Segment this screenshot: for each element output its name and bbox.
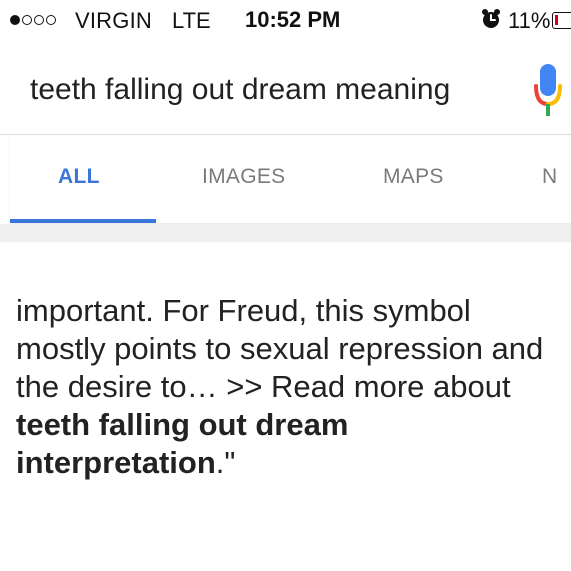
signal-strength-icon	[10, 14, 56, 26]
tab-maps[interactable]: MAPS	[383, 165, 444, 189]
phone-screen: VIRGIN LTE 10:52 PM 11% ALL IMAGES MAPS …	[0, 0, 571, 571]
signal-dot	[34, 15, 44, 25]
snippet-link[interactable]: teeth falling out dream interpretation	[16, 407, 348, 480]
tab-all[interactable]: ALL	[58, 165, 100, 189]
battery-percent: 11%	[508, 8, 551, 33]
status-time: 10:52 PM	[245, 7, 341, 32]
search-bar	[0, 52, 571, 132]
status-bar: VIRGIN LTE 10:52 PM 11%	[0, 0, 571, 42]
search-tabs: ALL IMAGES MAPS N	[10, 135, 571, 223]
search-input[interactable]	[30, 68, 510, 112]
network-type: LTE	[172, 8, 211, 33]
result-snippet: important. For Freud, this symbol mostly…	[16, 292, 564, 482]
alarm-clock-icon	[482, 9, 500, 28]
snippet-end: ."	[215, 445, 236, 480]
active-tab-indicator	[10, 219, 156, 223]
tab-news[interactable]: N	[542, 165, 557, 189]
signal-dot	[22, 15, 32, 25]
microphone-icon[interactable]	[533, 62, 563, 118]
tab-images[interactable]: IMAGES	[202, 165, 285, 189]
carrier-name: VIRGIN	[75, 8, 152, 33]
battery-level	[555, 15, 558, 25]
snippet-text: important. For Freud, this symbol mostly…	[16, 293, 544, 404]
signal-dot	[10, 15, 20, 25]
signal-dot	[46, 15, 56, 25]
section-divider	[0, 224, 571, 242]
battery-icon	[552, 12, 571, 29]
